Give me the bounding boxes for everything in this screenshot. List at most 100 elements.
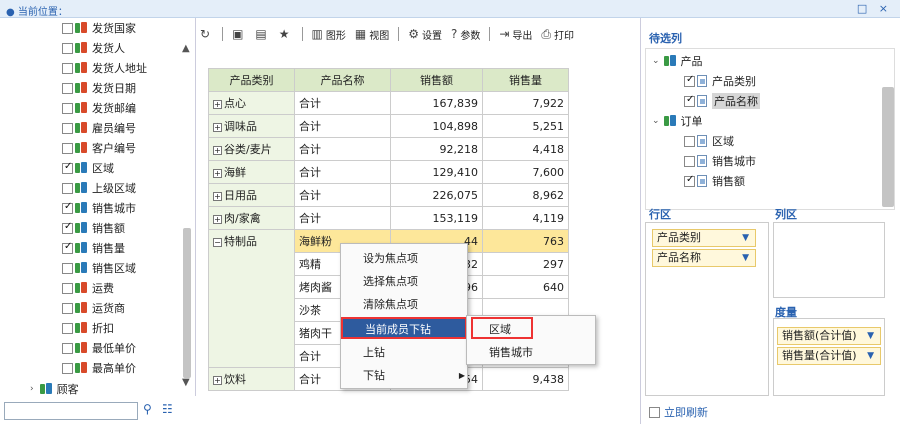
candidates-scrollbar-thumb[interactable] — [882, 87, 894, 207]
measure-zone-item[interactable]: 销售额(合计值) ▼ — [777, 327, 881, 345]
quantity-cell[interactable]: 4,418 — [482, 137, 569, 161]
checkbox[interactable] — [62, 161, 73, 174]
checkbox[interactable] — [62, 241, 73, 254]
tree-field-item[interactable]: 折扣 — [62, 318, 114, 338]
search-icon[interactable]: ⚲ — [143, 402, 152, 416]
tree-field-item[interactable]: 销售量 — [62, 238, 125, 258]
tree-field-item[interactable]: 销售区域 — [62, 258, 136, 278]
checkbox[interactable] — [684, 74, 695, 87]
product-name-cell[interactable]: 合计 — [294, 137, 391, 161]
checkbox[interactable] — [62, 282, 73, 294]
tree-field-item[interactable]: 客户编号 — [62, 138, 136, 158]
tree-scrollbar[interactable]: ▲ ▼ — [181, 43, 193, 388]
checkbox[interactable] — [62, 322, 73, 334]
expand-icon[interactable]: + — [213, 99, 222, 109]
chevron-down-icon[interactable]: ⌄ — [652, 56, 660, 66]
category-cell[interactable]: + 日用品 — [208, 183, 295, 207]
row-zone[interactable]: 产品类别 ▼ 产品名称 ▼ — [645, 222, 769, 396]
quantity-cell[interactable]: 763 — [482, 229, 569, 253]
measure-zone-item[interactable]: 销售量(合计值) ▼ — [777, 347, 881, 365]
menu-item-clear-focus[interactable]: 清除焦点项 — [341, 294, 467, 316]
product-name-cell[interactable]: 合计 — [294, 183, 391, 207]
print-button[interactable]: ⎙ 打印 — [541, 27, 574, 42]
column-header[interactable]: 销售量 — [482, 68, 569, 92]
auto-refresh-toggle[interactable]: 立即刷新 — [649, 404, 708, 420]
checkbox[interactable] — [684, 94, 695, 107]
tree-field-item[interactable]: 发货国家 — [62, 18, 136, 38]
column-header[interactable]: 产品类别 — [208, 68, 295, 92]
row-zone-item[interactable]: 产品类别 ▼ — [652, 229, 756, 247]
settings-button[interactable]: ⚙ 设置 — [408, 27, 442, 42]
chevron-down-icon[interactable]: ⌄ — [652, 116, 660, 126]
category-cell[interactable]: + 海鲜 — [208, 160, 295, 184]
category-cell[interactable]: + 肉/家禽 — [208, 206, 295, 230]
expand-icon[interactable]: + — [213, 122, 222, 132]
product-name-cell[interactable]: 合计 — [294, 114, 391, 138]
expand-icon[interactable]: + — [213, 168, 222, 178]
checkbox[interactable] — [684, 174, 695, 187]
sales-cell[interactable]: 129,410 — [390, 160, 483, 184]
candidate-item[interactable]: 产品类别 — [684, 71, 756, 91]
category-cell[interactable]: + 饮料 — [208, 367, 295, 391]
export-button[interactable]: ⇥ 导出 — [499, 27, 532, 42]
checkbox[interactable] — [62, 342, 73, 354]
tree-group-product[interactable]: ⌄ 产品 — [652, 51, 703, 71]
column-header[interactable]: 产品名称 — [294, 68, 391, 92]
dropdown-arrow-icon[interactable]: ▼ — [867, 328, 874, 344]
checkbox[interactable] — [62, 122, 73, 134]
product-name-cell[interactable]: 合计 — [294, 206, 391, 230]
tree-field-item[interactable]: 发货邮编 — [62, 98, 136, 118]
sales-cell[interactable]: 92,218 — [390, 137, 483, 161]
tree-scrollbar-thumb[interactable] — [183, 228, 191, 378]
tree-field-item[interactable]: 最低单价 — [62, 338, 136, 358]
checkbox[interactable] — [62, 82, 73, 94]
checkbox[interactable] — [62, 201, 73, 214]
quantity-cell[interactable]: 7,922 — [482, 91, 569, 115]
window-buttons[interactable]: □ × — [857, 2, 892, 15]
quantity-cell[interactable]: 8,962 — [482, 183, 569, 207]
menu-item-drill-current-member[interactable]: 当前成员下钻 — [341, 317, 467, 339]
view-button[interactable]: ▦ 视图 — [355, 27, 389, 42]
checkbox[interactable] — [684, 155, 695, 167]
sales-cell[interactable]: 226,075 — [390, 183, 483, 207]
menu-item-drill-up[interactable]: 上钻 — [341, 342, 467, 364]
checkbox[interactable] — [62, 62, 73, 74]
refresh-button[interactable]: ↻ — [200, 27, 213, 41]
tree-field-item[interactable]: 发货日期 — [62, 78, 136, 98]
quantity-cell[interactable]: 297 — [482, 252, 569, 276]
menu-item-drill-down[interactable]: 下钻 ▶ — [341, 365, 467, 387]
checkbox[interactable] — [684, 135, 695, 147]
menu-item-select-focus[interactable]: 选择焦点项 — [341, 271, 467, 293]
tree-group-order[interactable]: ⌄ 订单 — [652, 111, 703, 131]
quantity-cell[interactable]: 640 — [482, 275, 569, 299]
collapse-icon[interactable]: − — [213, 237, 222, 247]
product-name-cell[interactable]: 合计 — [294, 91, 391, 115]
category-cell[interactable]: + 点心 — [208, 91, 295, 115]
tree-field-item[interactable]: 最高单价 — [62, 358, 136, 378]
tree-field-item[interactable]: 销售城市 — [62, 198, 136, 218]
category-cell[interactable]: − 特制品 — [208, 229, 295, 368]
checkbox[interactable] — [62, 362, 73, 374]
dropdown-arrow-icon[interactable]: ▼ — [742, 250, 749, 266]
sales-cell[interactable]: 167,839 — [390, 91, 483, 115]
menu-item-set-focus[interactable]: 设为焦点项 — [341, 248, 467, 270]
save-button[interactable]: ▣ — [232, 27, 246, 41]
sales-cell[interactable]: 104,898 — [390, 114, 483, 138]
tree-field-item[interactable]: 上级区域 — [62, 178, 136, 198]
save-as-button[interactable]: ▤ — [255, 27, 269, 41]
chevron-right-icon[interactable]: › — [30, 384, 34, 394]
sales-cell[interactable]: 153,119 — [390, 206, 483, 230]
chevron-up-icon[interactable]: ▲ — [182, 43, 190, 54]
quantity-cell[interactable]: 5,251 — [482, 114, 569, 138]
candidate-item[interactable]: 销售额 — [684, 171, 745, 191]
expand-icon[interactable]: + — [213, 145, 222, 155]
checkbox[interactable] — [62, 221, 73, 234]
quantity-cell[interactable]: 4,119 — [482, 206, 569, 230]
checkbox[interactable] — [62, 42, 73, 54]
tree-folder-customer[interactable]: › 顾客 — [30, 379, 79, 396]
column-header[interactable]: 销售额 — [390, 68, 483, 92]
chart-button[interactable]: ▥ 图形 — [312, 27, 346, 42]
quantity-cell[interactable]: 7,600 — [482, 160, 569, 184]
candidate-item[interactable]: 产品名称 — [684, 91, 760, 111]
checkbox[interactable] — [62, 262, 73, 274]
